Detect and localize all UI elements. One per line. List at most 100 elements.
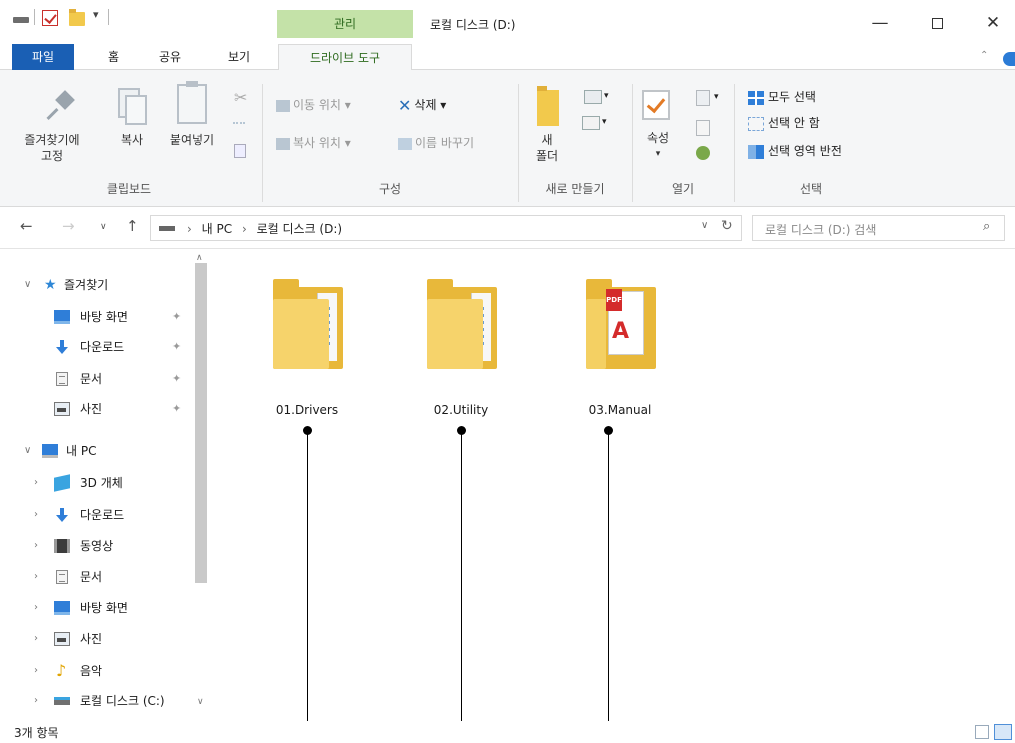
recent-locations-button[interactable]: ∨ [100, 222, 107, 232]
pdf-folder-icon: PDF A [586, 275, 656, 369]
download-icon [55, 508, 69, 522]
tab-view[interactable]: 보기 [218, 44, 260, 70]
copy-button[interactable]: 복사 [108, 132, 156, 148]
tab-file[interactable]: 파일 [12, 44, 74, 70]
file-item-drivers[interactable]: 01.Drivers [253, 267, 361, 417]
details-view-icon[interactable] [975, 725, 989, 739]
quick-access-separator [108, 9, 109, 25]
nav-pc-documents[interactable]: › 문서 [0, 563, 190, 591]
paste-shortcut-icon[interactable] [234, 144, 246, 158]
nav-quick-access[interactable]: ∨ ★ 즐겨찾기 [0, 271, 190, 299]
quick-access-dropdown[interactable]: ▾ [93, 8, 99, 26]
pin-to-quick-access-button[interactable]: 즐겨찾기에 고정 [2, 132, 102, 164]
breadcrumb-local-disk-d[interactable]: 로컬 디스크 (D:) [257, 222, 342, 236]
up-button[interactable]: ↑ [126, 217, 139, 235]
nav-pc-pictures[interactable]: › 사진 [0, 625, 190, 653]
easy-access-dropdown[interactable]: ▾ [602, 113, 607, 131]
rename-icon [398, 137, 412, 150]
delete-icon: ✕ [398, 95, 412, 115]
expand-chevron-icon[interactable]: › [34, 594, 38, 622]
new-item-icon[interactable] [584, 90, 602, 104]
folder-icon [427, 275, 497, 369]
open-group: 속성 ▾ ▾ 열기 [634, 70, 732, 207]
refresh-button[interactable]: ↻ [721, 218, 733, 234]
nav-pc-videos[interactable]: › 동영상 [0, 532, 190, 560]
expand-chevron-icon[interactable]: › [34, 657, 38, 685]
nav-pc-downloads[interactable]: › 다운로드 [0, 501, 190, 529]
expand-chevron-icon[interactable]: › [34, 625, 38, 653]
address-field[interactable]: › 내 PC › 로컬 디스크 (D:) ∨ ↻ [150, 215, 742, 241]
navigation-scrollbar[interactable]: ∧ ∨ [191, 249, 211, 711]
tab-drive-tools[interactable]: 드라이브 도구 [278, 44, 412, 71]
back-button[interactable]: ← [20, 217, 33, 235]
ribbon-separator [632, 84, 633, 202]
document-icon [56, 372, 68, 386]
easy-access-icon[interactable] [582, 116, 600, 130]
close-button[interactable]: ✕ [971, 8, 1015, 38]
copy-to-button[interactable]: 복사 위치 ▾ [276, 134, 351, 152]
open-icon[interactable] [696, 90, 710, 106]
clipboard-group-label: 클립보드 [106, 182, 152, 196]
invert-selection-button[interactable]: 선택 영역 반전 [748, 142, 842, 160]
select-none-icon [748, 116, 764, 131]
move-to-button[interactable]: 이동 위치 ▾ [276, 96, 351, 114]
properties-dropdown[interactable]: ▾ [636, 146, 680, 162]
tab-share[interactable]: 공유 [149, 44, 191, 70]
open-dropdown[interactable]: ▾ [714, 88, 719, 106]
desktop-icon [54, 310, 70, 324]
nav-this-pc[interactable]: ∨ 내 PC [0, 437, 190, 465]
new-folder-quick-icon[interactable] [69, 9, 85, 26]
search-icon[interactable]: ⌕ [983, 219, 990, 234]
maximize-button[interactable] [915, 8, 959, 38]
address-dropdown-button[interactable]: ∨ [701, 220, 708, 231]
scroll-up-icon[interactable]: ∧ [196, 253, 203, 263]
help-icon[interactable] [1003, 52, 1015, 66]
scrollbar-thumb[interactable] [195, 263, 207, 583]
cut-icon[interactable]: ✂ [234, 88, 247, 107]
select-group: 모두 선택 선택 안 함 선택 영역 반전 선택 [736, 70, 886, 207]
edit-icon[interactable] [696, 120, 710, 136]
ribbon-separator [262, 84, 263, 202]
file-item-manual[interactable]: PDF A 03.Manual [566, 267, 674, 417]
expand-chevron-icon[interactable]: › [34, 563, 38, 591]
paste-button[interactable]: 붙여넣기 [160, 132, 224, 148]
expand-chevron-icon[interactable]: ∨ [24, 437, 31, 465]
ribbon-collapse-button[interactable]: ⌃ [980, 50, 988, 61]
nav-quick-documents[interactable]: 문서 ✦ [0, 365, 190, 393]
new-group-label: 새로 만들기 [545, 182, 605, 196]
select-none-button[interactable]: 선택 안 함 [748, 114, 820, 132]
expand-chevron-icon[interactable]: ∨ [24, 271, 31, 299]
file-item-utility[interactable]: 02.Utility [407, 267, 515, 417]
expand-chevron-icon[interactable]: › [34, 532, 38, 560]
expand-chevron-icon[interactable]: › [34, 501, 38, 529]
select-all-button[interactable]: 모두 선택 [748, 88, 816, 106]
copy-path-icon[interactable] [233, 122, 245, 128]
forward-button[interactable]: → [62, 217, 75, 235]
properties-quick-icon[interactable] [42, 10, 58, 26]
nav-quick-desktop[interactable]: 바탕 화면 ✦ [0, 303, 190, 331]
delete-button[interactable]: ✕ 삭제 ▾ [398, 96, 446, 114]
search-input[interactable]: 로컬 디스크 (D:) 검색 ⌕ [752, 215, 1005, 241]
new-folder-button[interactable]: 새 폴더 [524, 132, 570, 164]
nav-pc-3d-objects[interactable]: › 3D 개체 [0, 469, 190, 497]
nav-quick-pictures[interactable]: 사진 ✦ [0, 395, 190, 423]
rename-button[interactable]: 이름 바꾸기 [398, 134, 474, 152]
nav-pc-local-disk-c[interactable]: › 로컬 디스크 (C:) [0, 687, 190, 715]
nav-pc-music[interactable]: › ♪ 음악 [0, 657, 190, 685]
drive-icon[interactable] [12, 10, 30, 28]
new-item-dropdown[interactable]: ▾ [604, 87, 609, 105]
pinned-icon: ✦ [172, 402, 182, 415]
large-icons-view-icon[interactable] [994, 724, 1012, 740]
breadcrumb-this-pc[interactable]: 내 PC [202, 222, 232, 236]
properties-button[interactable]: 속성 [636, 130, 680, 146]
nav-pc-desktop[interactable]: › 바탕 화면 [0, 594, 190, 622]
expand-chevron-icon[interactable]: › [34, 469, 38, 497]
minimize-button[interactable]: — [858, 8, 902, 38]
scroll-down-icon[interactable]: ∨ [197, 697, 204, 707]
expand-chevron-icon[interactable]: › [34, 687, 38, 715]
title-bar: ▾ 관리 로컬 디스크 (D:) — ✕ [0, 0, 1015, 44]
nav-quick-downloads[interactable]: 다운로드 ✦ [0, 333, 190, 361]
history-icon[interactable] [696, 146, 710, 160]
status-bar: 3개 항목 [0, 721, 1015, 743]
tab-home[interactable]: 홈 [98, 44, 129, 70]
